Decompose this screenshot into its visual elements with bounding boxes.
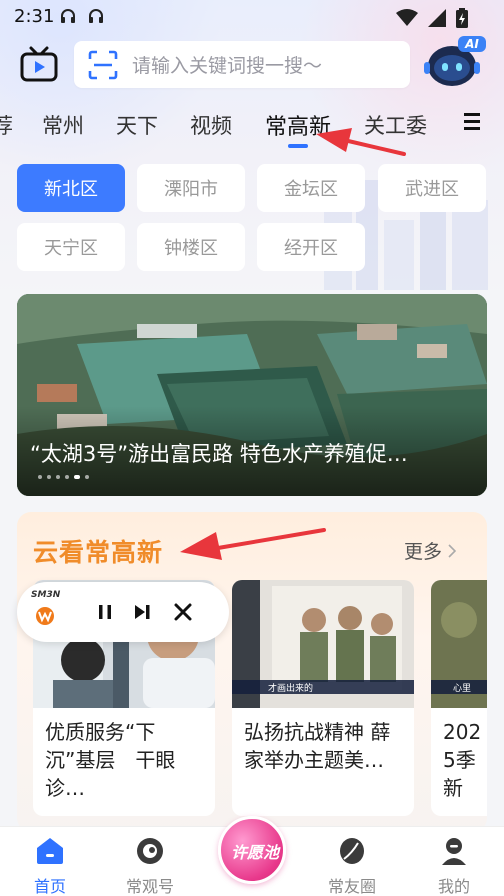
nav-home[interactable]: 首页: [10, 827, 90, 896]
video-title: 优质服务“下沉”基层 干眼诊…: [45, 720, 176, 800]
section-title: 云看常高新: [33, 538, 164, 567]
more-link[interactable]: 更多: [404, 537, 457, 564]
tv-button[interactable]: [18, 44, 60, 84]
status-time: 2:31: [14, 6, 55, 27]
more-label: 更多: [404, 541, 443, 563]
scan-icon[interactable]: [88, 50, 118, 80]
search-bar[interactable]: 请输入关键词搜一搜～: [74, 41, 410, 88]
nav-mine-label: 我的: [437, 877, 470, 896]
headset-icon: [61, 9, 75, 23]
video-card[interactable]: 心里 2025季新: [431, 580, 487, 816]
video-thumbnail: 才画出来的: [232, 580, 414, 708]
district-chip-jintan[interactable]: 金坛区: [257, 164, 365, 212]
video-title: 弘扬抗战精神 薛家举办主题美…: [244, 720, 391, 772]
video-title: 2025季新: [443, 720, 482, 800]
wish-pool-label: 许愿池: [230, 843, 279, 862]
chevron-right-icon: [448, 543, 457, 558]
home-icon: [37, 838, 63, 864]
nav-changguanhao[interactable]: 常观号: [110, 827, 190, 896]
district-chip-zhonglou[interactable]: 钟楼区: [137, 223, 245, 271]
district-chip-xinbei[interactable]: 新北区: [17, 164, 125, 212]
video-caption: 才画出来的: [268, 682, 313, 694]
tab-changzhou[interactable]: 常州: [42, 110, 84, 140]
observe-icon: [137, 838, 163, 864]
video-thumbnail: 心里: [431, 580, 487, 708]
video-card[interactable]: 才画出来的 弘扬抗战精神 薛家举办主题美…: [232, 580, 414, 816]
channel-tabs: 荐 常州 天下 视频 常高新 关工委: [0, 104, 460, 152]
tab-recommend[interactable]: 荐: [0, 110, 13, 140]
district-chip-jingkai[interactable]: 经开区: [257, 223, 365, 271]
next-icon[interactable]: [133, 602, 153, 622]
banner-pagination: [38, 475, 89, 479]
robot-icon: AI: [424, 36, 486, 86]
headset-icon: [89, 9, 103, 23]
nav-changyouquan-label: 常友圈: [327, 877, 376, 896]
station-logo-icon: [36, 607, 54, 625]
tab-world[interactable]: 天下: [116, 110, 158, 140]
signal-icon: [428, 9, 446, 27]
feather-icon: [340, 838, 364, 864]
menu-icon[interactable]: [462, 111, 482, 131]
pause-icon[interactable]: [95, 602, 115, 622]
banner-title[interactable]: “太湖3号”游出富民路 特色水产养殖促…: [30, 438, 470, 468]
tab-guangongwei[interactable]: 关工委: [364, 110, 427, 140]
district-chip-wujin[interactable]: 武进区: [378, 164, 486, 212]
tab-changgaoxin[interactable]: 常高新: [265, 109, 331, 141]
nav-changyouquan[interactable]: 常友圈: [312, 827, 392, 896]
station-logo-text: SM3N: [31, 590, 61, 600]
tv-icon: [20, 46, 58, 82]
status-bar: 2:31: [0, 0, 504, 34]
ai-assistant-button[interactable]: AI: [422, 34, 488, 92]
video-caption: 心里: [453, 683, 471, 694]
close-icon[interactable]: [173, 602, 193, 622]
wish-pool-button[interactable]: 许愿池: [218, 816, 286, 884]
search-input[interactable]: 请输入关键词搜一搜～: [132, 51, 322, 78]
wifi-icon: [396, 9, 418, 26]
floating-audio-player[interactable]: SM3N: [17, 582, 229, 642]
district-chip-liyang[interactable]: 溧阳市: [137, 164, 245, 212]
active-tab-indicator: [288, 144, 308, 148]
battery-icon: [456, 8, 468, 28]
tab-video[interactable]: 视频: [190, 110, 232, 140]
district-chip-tianning[interactable]: 天宁区: [17, 223, 125, 271]
ai-badge: AI: [464, 37, 479, 51]
nav-home-label: 首页: [33, 877, 66, 896]
nav-changguanhao-label: 常观号: [125, 877, 174, 896]
profile-icon: [442, 838, 466, 865]
nav-mine[interactable]: 我的: [414, 827, 494, 896]
